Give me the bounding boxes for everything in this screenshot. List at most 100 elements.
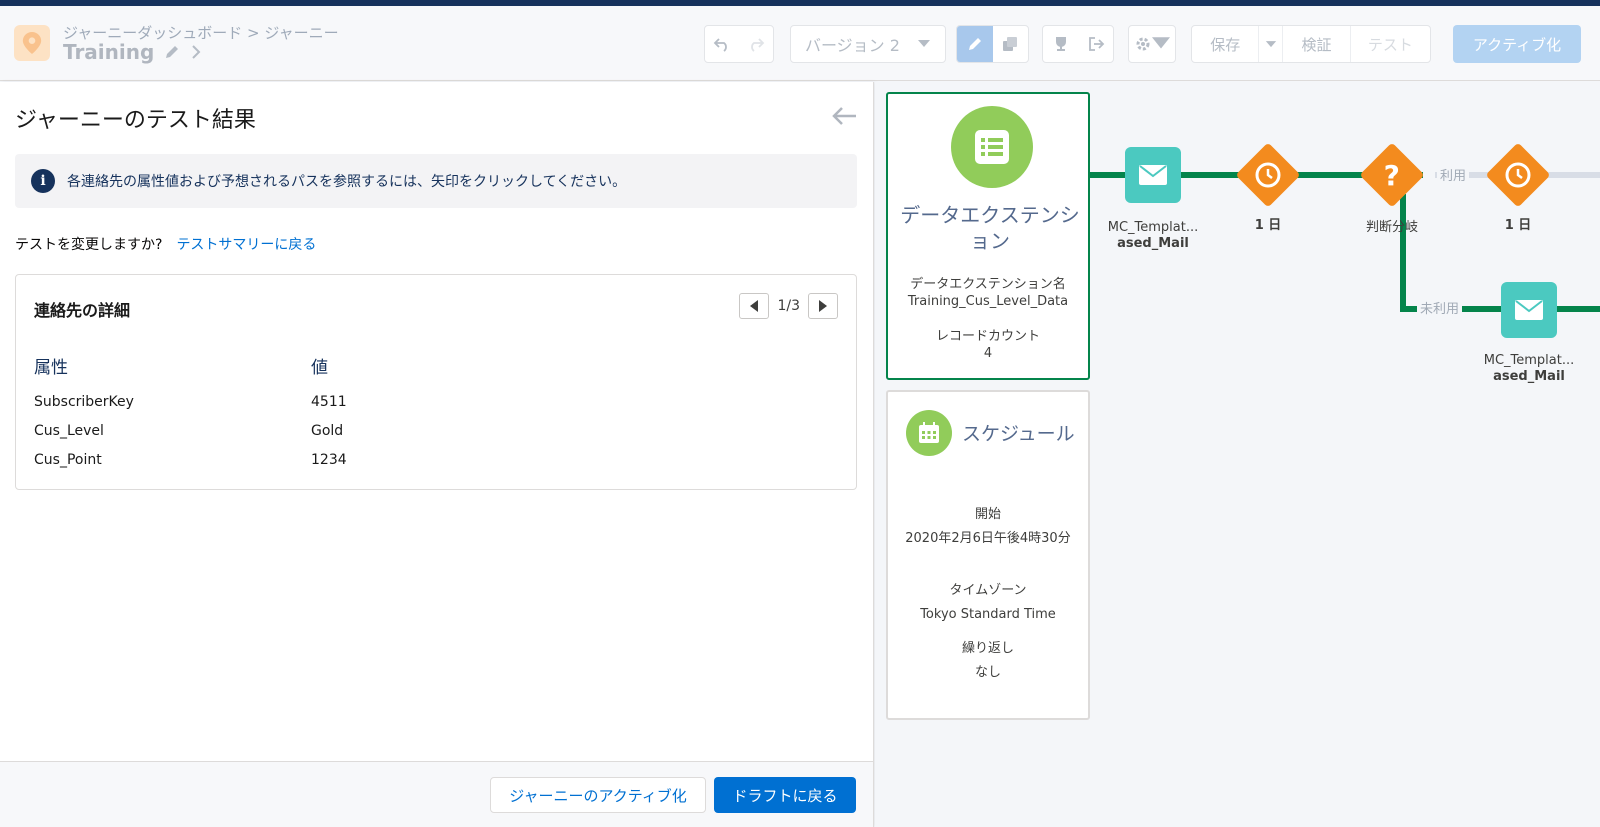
- path-line-split-down: [1400, 194, 1406, 312]
- question-mark-icon: ?: [1383, 158, 1401, 192]
- path-label-yes: 利用: [1437, 165, 1470, 184]
- caret-down-icon: [1265, 40, 1276, 47]
- email-name-line-2: ased_Mail: [1117, 236, 1189, 251]
- back-to-draft-button[interactable]: ドラフトに戻る: [714, 777, 856, 813]
- data-extension-icon: [951, 106, 1033, 188]
- schedule-start-value: 2020年2月6日午後4時30分: [905, 531, 1071, 546]
- table-row: Cus_Level Gold: [34, 416, 511, 445]
- pager-count: 1/3: [777, 298, 800, 314]
- column-header-attribute: 属性: [34, 358, 68, 378]
- caret-down-icon: [918, 40, 930, 47]
- decision-split-node[interactable]: ?: [1359, 142, 1425, 208]
- activate-button[interactable]: アクティブ化: [1453, 25, 1581, 63]
- data-extension-name-label: データエクステンション名: [910, 277, 1066, 292]
- pencil-edit-icon[interactable]: [164, 44, 180, 60]
- journey-header: ジャーニーダッシュボード > ジャーニー Training バージョン 2 保存…: [0, 6, 1600, 81]
- table-row: Cus_Point 1234: [34, 445, 511, 474]
- redo-icon: [751, 38, 765, 52]
- contact-details-card: 連絡先の詳細 1/3 属性 値 SubscriberKey 4511 Cus_L…: [15, 274, 857, 490]
- chevron-right-icon[interactable]: [190, 44, 202, 60]
- triangle-right-icon: [819, 300, 827, 312]
- panel-title: ジャーニーのテスト結果: [15, 108, 256, 133]
- column-header-value: 値: [311, 358, 328, 378]
- activate-journey-button[interactable]: ジャーニーのアクティブ化: [490, 777, 706, 813]
- undo-icon: [713, 38, 727, 52]
- schedule-card[interactable]: スケジュール 開始 2020年2月6日午後4時30分 タイムゾーン Tokyo …: [886, 390, 1090, 720]
- envelope-icon: [1515, 300, 1543, 320]
- caret-down-icon: [1152, 37, 1170, 49]
- edit-mode-button[interactable]: [957, 26, 993, 62]
- pencil-icon: [968, 38, 981, 50]
- table-row: SubscriberKey 4511: [34, 387, 511, 416]
- exit-criteria-button[interactable]: [1078, 26, 1113, 62]
- validate-button[interactable]: 検証: [1283, 26, 1351, 62]
- change-test-prompt: テストを変更しますか?: [15, 237, 163, 253]
- undo-button[interactable]: [705, 26, 739, 62]
- goal-exit-group: [1042, 25, 1114, 63]
- save-validate-group: 保存 検証 テスト: [1191, 25, 1431, 63]
- next-contact-button[interactable]: [808, 293, 838, 319]
- version-select[interactable]: バージョン 2: [790, 25, 946, 63]
- email-name-line-2: ased_Mail: [1493, 369, 1565, 384]
- save-options-button[interactable]: [1259, 26, 1284, 62]
- back-to-test-summary-link[interactable]: テストサマリーに戻る: [176, 234, 316, 254]
- panel-footer: ジャーニーのアクティブ化 ドラフトに戻る: [0, 761, 873, 827]
- email-activity-label: MC_Templat... ased_Mail: [1474, 353, 1584, 385]
- journey-canvas: データエクステンション データエクステンション名 Training_Cus_Le…: [875, 82, 1600, 827]
- attribute-value: 4511: [311, 393, 347, 410]
- schedule-start-label: 開始: [974, 507, 1001, 522]
- previous-contact-button[interactable]: [739, 293, 770, 319]
- contact-details-title: 連絡先の詳細: [34, 301, 131, 320]
- undo-redo-group: [704, 25, 774, 63]
- decision-split-label: 判断分岐: [1365, 220, 1418, 235]
- gear-icon: [1136, 37, 1150, 51]
- data-extension-name: データエクステンション名 Training_Cus_Level_Data: [888, 276, 1088, 310]
- settings-group: [1128, 25, 1176, 63]
- clock-icon: [1505, 162, 1531, 188]
- record-count-value: 4: [983, 346, 993, 361]
- email-activity-node[interactable]: [1501, 282, 1557, 338]
- attribute-table-header: 属性 値: [34, 353, 511, 387]
- timezone-label: タイムゾーン: [949, 583, 1027, 598]
- wait-activity-node[interactable]: [1235, 142, 1301, 208]
- wait-activity-label: 1 日: [1254, 218, 1282, 233]
- attribute-name: Cus_Point: [34, 451, 102, 468]
- copy-mode-button[interactable]: [993, 26, 1029, 62]
- redo-button[interactable]: [739, 26, 773, 62]
- email-activity-label: MC_Templat... ased_Mail: [1098, 220, 1208, 252]
- timezone-value: Tokyo Standard Time: [920, 607, 1056, 622]
- journey-name: Training: [63, 40, 155, 64]
- repeat-label: 繰り返し: [961, 641, 1014, 656]
- attribute-value: 1234: [311, 451, 347, 468]
- record-count: レコードカウント 4: [888, 328, 1088, 362]
- schedule-title: スケジュール: [962, 423, 1075, 445]
- edit-mode-group: [956, 25, 1029, 63]
- settings-menu-button[interactable]: [1129, 26, 1175, 62]
- triangle-left-icon: [750, 300, 759, 312]
- email-activity-node[interactable]: [1125, 147, 1181, 203]
- attribute-name: SubscriberKey: [34, 393, 134, 410]
- attribute-value: Gold: [311, 422, 344, 439]
- trophy-icon: [1055, 37, 1066, 51]
- back-arrow-icon[interactable]: [830, 104, 858, 128]
- path-label-no: 未利用: [1417, 298, 1463, 317]
- test-results-panel: ジャーニーのテスト結果 i 各連絡先の属性値および予想されるパスを参照するには、…: [0, 82, 874, 827]
- contact-pager: 1/3: [739, 293, 838, 319]
- calendar-icon: [906, 410, 952, 456]
- breadcrumb-current: ジャーニー: [264, 24, 339, 42]
- info-icon: i: [31, 169, 55, 193]
- info-text: 各連絡先の属性値および予想されるパスを参照するには、矢印をクリックしてください。: [67, 174, 627, 190]
- test-button[interactable]: テスト: [1351, 26, 1430, 62]
- goal-button[interactable]: [1043, 26, 1078, 62]
- repeat-value: なし: [974, 665, 1001, 680]
- attribute-name: Cus_Level: [34, 422, 104, 439]
- version-label: バージョン 2: [805, 36, 900, 55]
- info-message: i 各連絡先の属性値および予想されるパスを参照するには、矢印をクリックしてくださ…: [15, 154, 857, 208]
- journey-title-row: Training: [63, 40, 202, 64]
- data-extension-name-value: Training_Cus_Level_Data: [907, 294, 1069, 309]
- data-extension-entry-card[interactable]: データエクステンション データエクステンション名 Training_Cus_Le…: [886, 92, 1090, 380]
- clock-icon: [1255, 162, 1281, 188]
- save-button[interactable]: 保存: [1192, 26, 1260, 62]
- envelope-icon: [1139, 165, 1167, 185]
- wait-activity-node[interactable]: [1485, 142, 1551, 208]
